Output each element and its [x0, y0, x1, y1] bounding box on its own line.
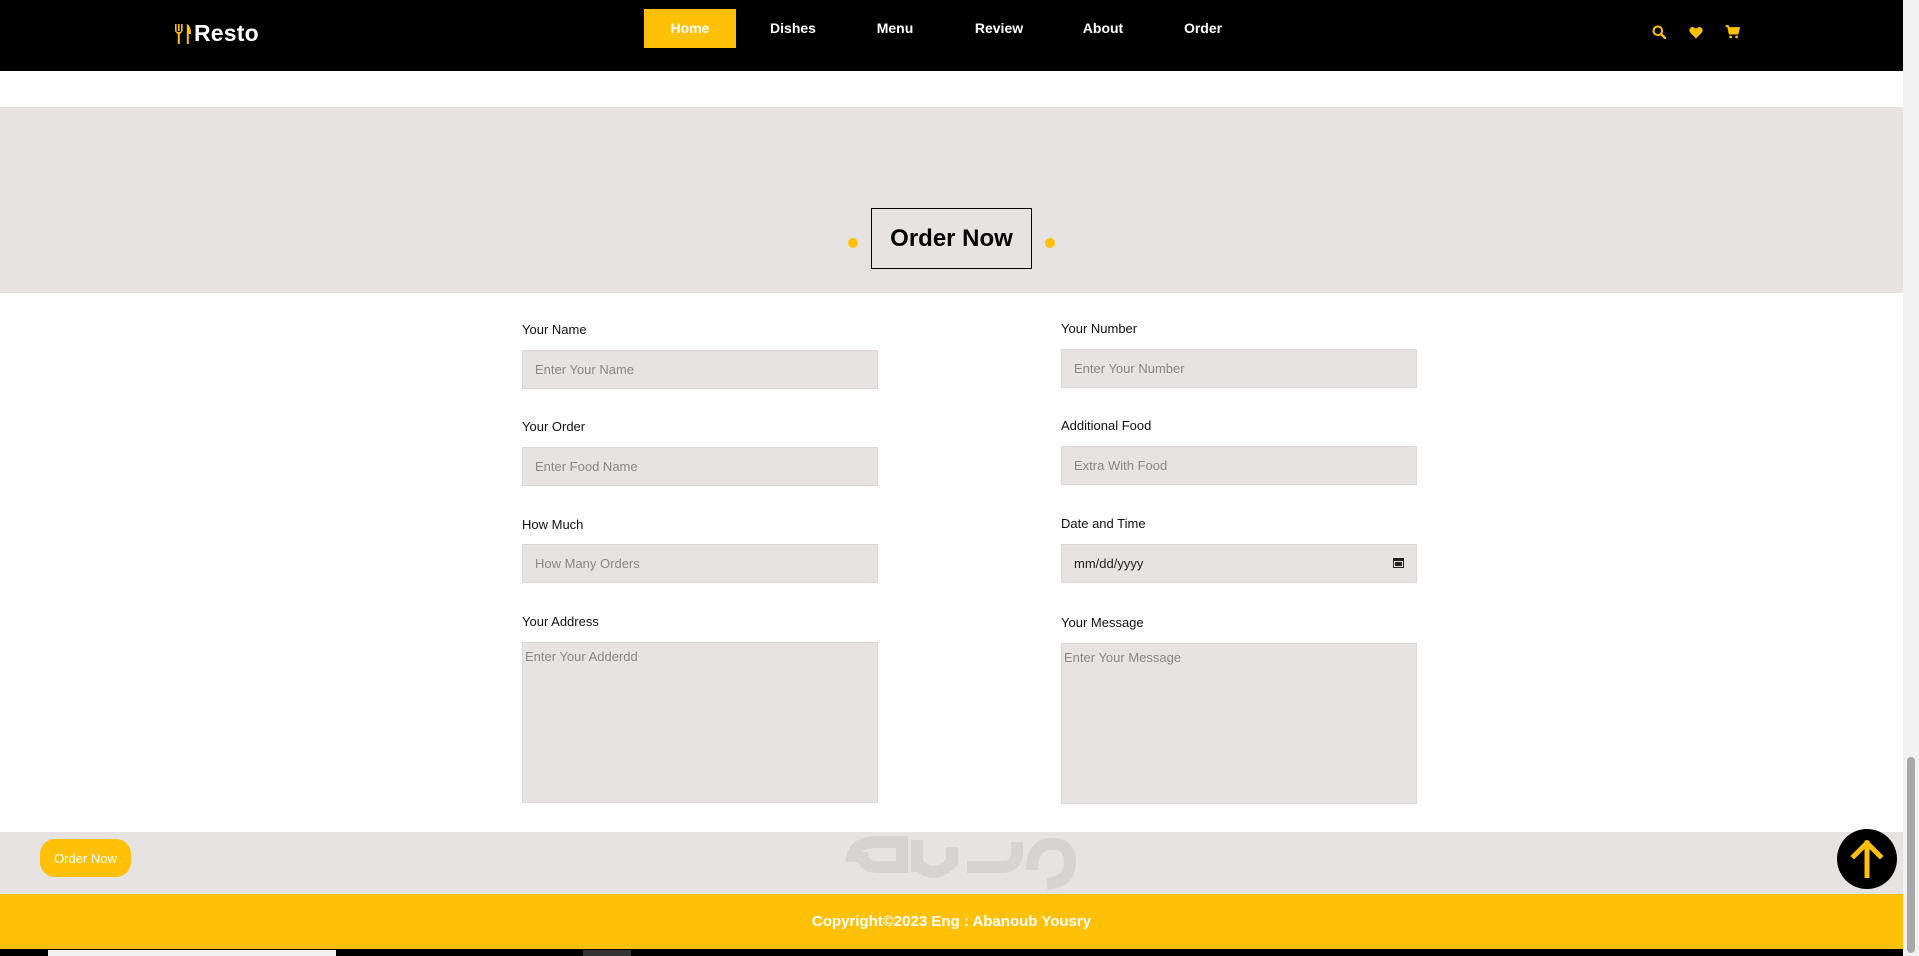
decorative-dot	[1045, 238, 1055, 248]
nav-home[interactable]: Home	[644, 9, 736, 48]
bottom-preview	[583, 950, 631, 956]
datetime-value: mm/dd/yyyy	[1074, 556, 1144, 571]
watermark-logo	[846, 836, 1077, 890]
message-label: Your Message	[1061, 615, 1144, 630]
name-input[interactable]: Enter Your Name	[522, 350, 878, 389]
scroll-to-top-button[interactable]	[1837, 829, 1897, 889]
header: Resto Home Dishes Menu Review About Orde…	[0, 0, 1903, 71]
order-input[interactable]: Enter Food Name	[522, 447, 878, 486]
logo[interactable]: Resto	[174, 20, 259, 47]
copyright-text: Copyright©2023 Eng : Abanoub Yousry	[811, 913, 1092, 930]
logo-text: Resto	[194, 20, 259, 46]
name-label: Your Name	[522, 322, 587, 337]
number-input[interactable]: Enter Your Number	[1061, 349, 1417, 388]
main-nav: Home Dishes Menu Review About Order	[644, 9, 1258, 48]
order-label: Your Order	[522, 419, 586, 434]
decorative-dot	[848, 238, 858, 248]
utensils-icon	[174, 23, 192, 45]
cart-icon[interactable]	[1714, 22, 1751, 42]
datetime-label: Date and Time	[1061, 516, 1146, 531]
message-textarea[interactable]: Enter Your Message	[1061, 643, 1417, 804]
header-icons	[1640, 22, 1751, 42]
page: Resto Home Dishes Menu Review About Orde…	[0, 0, 1903, 956]
heart-icon[interactable]	[1677, 22, 1714, 42]
how-much-label: How Much	[522, 517, 584, 532]
additional-food-label: Additional Food	[1061, 418, 1152, 433]
search-icon[interactable]	[1640, 22, 1677, 42]
scrollbar-thumb[interactable]	[1907, 757, 1915, 953]
how-much-input[interactable]: How Many Orders	[522, 544, 878, 583]
order-now-button[interactable]: Order Now	[40, 839, 131, 877]
datetime-input[interactable]: mm/dd/yyyy	[1061, 544, 1417, 583]
calendar-icon[interactable]	[1393, 556, 1404, 571]
arrow-up-icon	[1850, 840, 1884, 878]
number-label: Your Number	[1061, 321, 1138, 336]
nav-about[interactable]: About	[1058, 9, 1148, 48]
footer: Copyright©2023 Eng : Abanoub Yousry	[0, 894, 1903, 949]
nav-order[interactable]: Order	[1148, 9, 1258, 48]
nav-dishes[interactable]: Dishes	[736, 9, 850, 48]
section-title: Order Now	[871, 208, 1032, 269]
nav-review[interactable]: Review	[940, 9, 1058, 48]
address-label: Your Address	[522, 614, 599, 629]
address-textarea[interactable]: Enter Your Adderdd	[522, 642, 878, 803]
additional-food-input[interactable]: Extra With Food	[1061, 446, 1417, 485]
nav-menu[interactable]: Menu	[850, 9, 940, 48]
bottom-preview	[48, 950, 336, 956]
